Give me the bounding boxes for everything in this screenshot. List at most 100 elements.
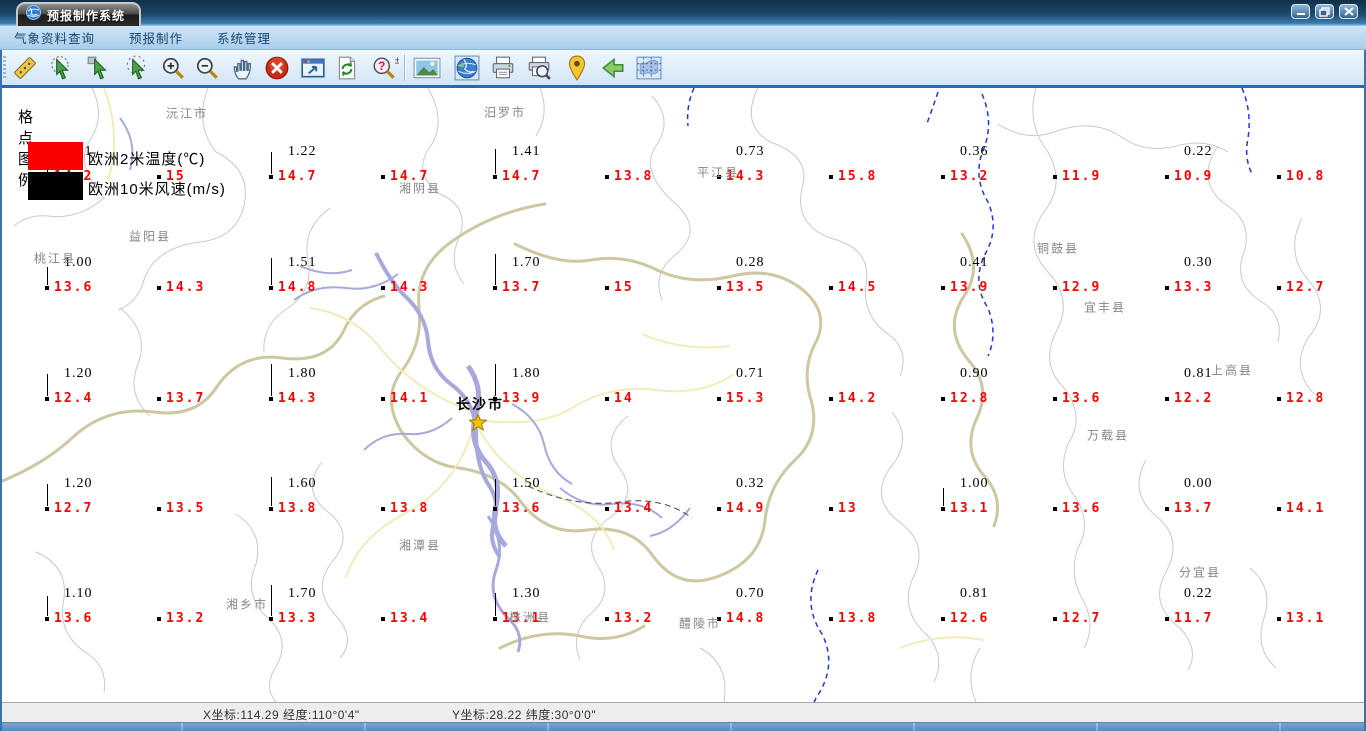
temp-value: 13.9 <box>950 280 990 295</box>
grid-point-dot <box>717 286 721 290</box>
locate-pin-icon[interactable] <box>562 53 592 83</box>
grid-point-dot <box>157 507 161 511</box>
map-label: 株洲县 <box>508 610 552 625</box>
wind-barb <box>495 593 496 616</box>
measure-tool-icon[interactable] <box>10 53 40 83</box>
wind-value: 0.22 <box>1184 586 1213 601</box>
app-title: 预报制作系统 <box>47 8 126 23</box>
globe-logo-icon <box>26 5 41 25</box>
map-label: 平江县 <box>696 165 740 180</box>
wind-value: 1.30 <box>512 586 541 601</box>
map-label: 湘阴县 <box>398 181 442 196</box>
wind-barb <box>271 477 272 506</box>
temp-value: 12.7 <box>1062 611 1102 626</box>
wind-value: 1.70 <box>288 586 317 601</box>
export-image-icon[interactable] <box>412 53 442 83</box>
temp-value: 13.8 <box>838 611 878 626</box>
grid-point-dot <box>1053 617 1057 621</box>
map-canvas[interactable]: 14.21.611514.71.2214.714.71.4113.814.30.… <box>0 88 1366 702</box>
grid-layer-icon[interactable] <box>634 53 664 83</box>
wind-value: 1.51 <box>288 255 317 270</box>
wind-value: 0.81 <box>960 586 989 601</box>
wind-value: 0.30 <box>1184 255 1213 270</box>
print-icon[interactable] <box>488 53 518 83</box>
select-rect-icon[interactable] <box>122 53 152 83</box>
grid-point-dot <box>605 507 609 511</box>
minimize-button[interactable] <box>1291 4 1310 19</box>
wind-value: 0.00 <box>1184 476 1213 491</box>
identify-icon[interactable]: ?± <box>370 53 400 83</box>
grid-point-dot <box>605 617 609 621</box>
temp-value: 13.6 <box>502 501 542 516</box>
wind-value: 1.10 <box>64 586 93 601</box>
menu-bar: 气象资料查询 预报制作 系统管理 <box>0 26 1366 50</box>
grid-point-dot <box>381 175 385 179</box>
legend-label-temperature: 欧洲2米温度(℃) <box>88 151 206 168</box>
grid-point-dot <box>45 286 49 290</box>
wind-value: 1.20 <box>64 366 93 381</box>
window-left-frame <box>0 50 2 731</box>
grid-point-dot <box>1277 397 1281 401</box>
grid-point-dot <box>381 617 385 621</box>
legend-swatch-wind <box>28 172 83 200</box>
wind-value: 0.32 <box>736 476 765 491</box>
wind-barb <box>495 149 496 174</box>
zoom-in-icon[interactable] <box>158 53 188 83</box>
temp-value: 14.3 <box>390 280 430 295</box>
temp-value: 14.3 <box>278 391 318 406</box>
temp-value: 13.1 <box>950 501 990 516</box>
close-button[interactable] <box>1339 4 1358 19</box>
refresh-icon[interactable] <box>332 53 362 83</box>
globe-view-icon[interactable] <box>452 53 482 83</box>
grid-point-dot <box>717 507 721 511</box>
temp-value: 13.1 <box>1286 611 1326 626</box>
menu-forecast-making[interactable]: 预报制作 <box>129 28 183 47</box>
wind-barb <box>495 479 496 506</box>
map-label: 宜丰县 <box>1083 300 1127 315</box>
wind-value: 1.20 <box>64 476 93 491</box>
legend-label-wind: 欧洲10米风速(m/s) <box>88 181 226 198</box>
grid-point-dot <box>45 397 49 401</box>
svg-text:?: ? <box>378 59 385 73</box>
grid-point-dot <box>381 397 385 401</box>
grid-point-dot <box>269 175 273 179</box>
grid-point-dot <box>1277 617 1281 621</box>
print-preview-icon[interactable] <box>524 53 554 83</box>
wind-value: 0.22 <box>1184 144 1213 159</box>
select-arrow-icon[interactable] <box>84 53 114 83</box>
toolbar-separator <box>404 55 405 81</box>
cursor-y-readout: Y坐标:28.22 纬度:30°0'0" <box>452 708 597 722</box>
wind-value: 1.41 <box>512 144 541 159</box>
grid-point-dot <box>829 617 833 621</box>
select-feature-icon[interactable] <box>46 53 76 83</box>
temp-value: 13.6 <box>1062 501 1102 516</box>
map-label: 上高县 <box>1210 363 1254 378</box>
grid-point-dot <box>829 175 833 179</box>
restore-button[interactable] <box>1315 4 1334 19</box>
grid-point-dot <box>941 507 945 511</box>
grid-point-dot <box>493 617 497 621</box>
temp-value: 12.9 <box>1062 280 1102 295</box>
wind-value: 1.22 <box>288 144 317 159</box>
temp-value: 12.4 <box>54 391 94 406</box>
map-label: 醴陵市 <box>678 616 722 631</box>
back-icon[interactable] <box>598 53 628 83</box>
app-tab[interactable]: 预报制作系统 <box>16 2 142 26</box>
grid-point-dot <box>381 286 385 290</box>
stop-icon[interactable] <box>262 53 292 83</box>
map-label: 铜鼓县 <box>1036 241 1080 256</box>
menu-system-management[interactable]: 系统管理 <box>217 28 271 47</box>
grid-point-dot <box>1277 175 1281 179</box>
grid-point-dot <box>1053 507 1057 511</box>
title-bar: 预报制作系统 <box>0 0 1366 26</box>
grid-point-dot <box>829 507 833 511</box>
zoom-out-icon[interactable] <box>192 53 222 83</box>
grid-point-dot <box>941 286 945 290</box>
pan-icon[interactable] <box>228 53 258 83</box>
grid-point-dot <box>45 507 49 511</box>
full-extent-icon[interactable] <box>298 53 328 83</box>
grid-point-dot <box>1053 286 1057 290</box>
wind-barb <box>271 258 272 285</box>
wind-value: 0.73 <box>736 144 765 159</box>
menu-weather-data-query[interactable]: 气象资料查询 <box>14 28 95 47</box>
